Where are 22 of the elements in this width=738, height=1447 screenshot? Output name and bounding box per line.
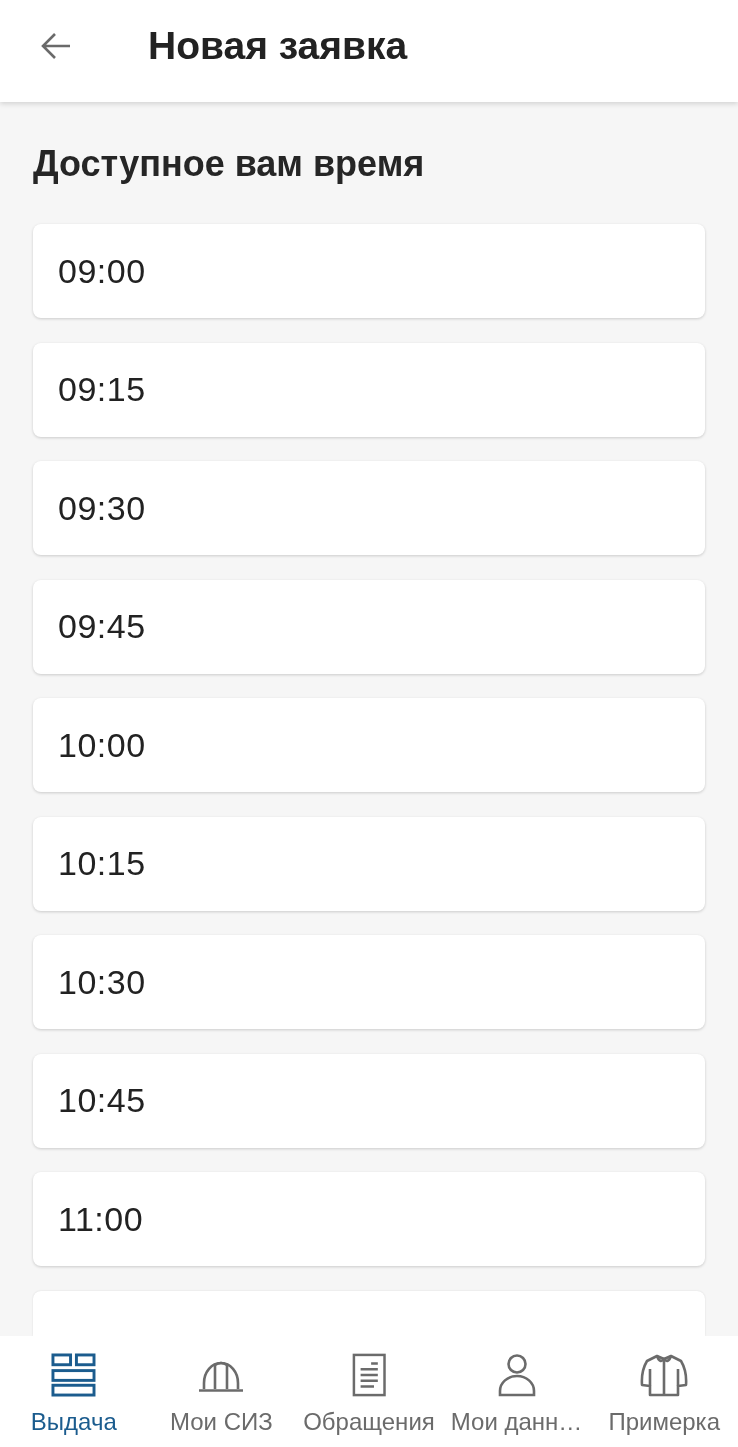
nav-tab[interactable]: Примерка [590,1336,738,1447]
back-arrow-icon[interactable] [40,32,72,60]
nav-tab[interactable]: Мои данн… [442,1336,591,1447]
document-icon [351,1353,387,1397]
time-slot-card[interactable]: 09:15 [33,342,705,437]
hard-hat-icon [198,1359,245,1393]
person-icon [496,1353,537,1397]
time-slot-card[interactable]: 09:30 [33,461,705,555]
nav-tab[interactable]: Мои СИЗ [147,1336,296,1447]
time-slot-card[interactable]: 10:00 [33,698,705,792]
section-heading: Доступное вам время [33,142,426,185]
screen-title: Новая заявка [148,24,408,68]
time-slot-card[interactable]: 10:15 [33,816,705,911]
jacket-icon [640,1353,689,1397]
nav-tab[interactable]: Выдача [0,1336,148,1447]
time-slot-card[interactable]: 11:00 [33,1172,705,1266]
nav-tab[interactable]: Обращения [295,1336,443,1447]
time-slot-card[interactable]: 10:30 [33,935,705,1029]
time-slot-card[interactable]: 09:00 [33,224,705,318]
grid-icon [51,1353,97,1397]
time-slot-card[interactable]: 09:45 [33,579,705,674]
time-slot-card[interactable]: 10:45 [33,1053,705,1148]
